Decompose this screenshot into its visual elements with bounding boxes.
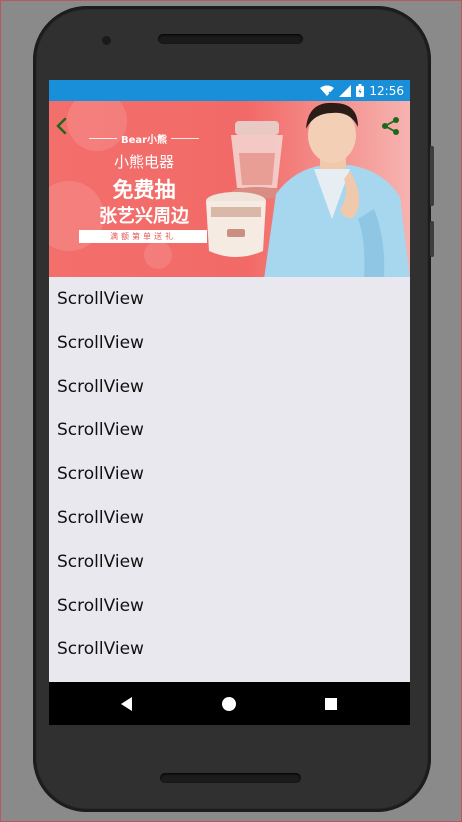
top-speaker-grille [158,34,303,44]
list-item: ScrollView [57,464,144,485]
list-item: ScrollView [57,289,144,309]
list-item: ScrollView [57,332,144,353]
recents-square-icon[interactable] [321,694,341,714]
list-item: ScrollView [57,595,144,616]
signal-icon [339,84,352,97]
brand-logo: Bear小熊 [120,135,168,146]
front-camera [102,36,111,45]
volume-button[interactable] [430,146,434,206]
list-item: ScrollView [57,376,144,397]
brand-name: 小熊电器 [113,153,174,171]
header-banner: Bear小熊 小熊电器 免费抽 张艺兴周边 满额第单送礼 [49,101,410,277]
divider [88,138,117,139]
back-triangle-icon[interactable] [117,694,137,714]
promo-headline: 免费抽 [112,178,176,202]
status-time: 12:56 [369,83,404,98]
status-bar: 12:56 [49,80,410,101]
navigation-bar [49,682,410,725]
power-button[interactable] [430,221,434,257]
share-icon[interactable] [381,116,401,136]
brand-logo-row: Bear小熊 [79,131,209,146]
list-item: ScrollView [57,507,144,528]
bottom-speaker-grille [160,773,301,783]
back-arrow-icon[interactable] [55,117,69,135]
home-circle-icon[interactable] [219,694,239,714]
list-item: ScrollView [57,639,144,660]
battery-icon [356,84,365,97]
divider [171,138,200,139]
wifi-icon [320,85,335,97]
banner-decoration [144,241,172,269]
list-item: ScrollView [57,420,144,441]
scroll-view-list[interactable]: ScrollView ScrollView ScrollView ScrollV… [49,277,410,671]
promo-tag: 满额第单送礼 [79,230,207,243]
device-screen: 12:56 Bear小熊 小熊电器 免费抽 张艺兴周边 满额第单送礼 Scrol… [49,80,410,725]
promo-subline: 张艺兴周边 [99,206,189,227]
list-item: ScrollView [57,551,144,572]
